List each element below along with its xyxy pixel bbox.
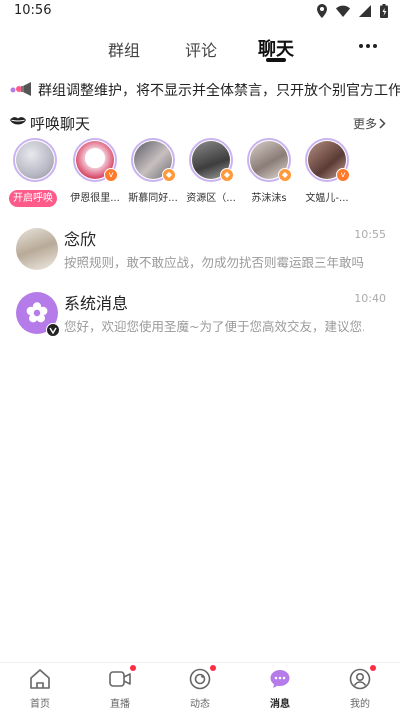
section-title: 呼唤聊天	[30, 115, 91, 133]
avatar-name: 文媪儿-...	[305, 193, 349, 204]
nav-label: 动态	[190, 699, 210, 710]
announcement-bar[interactable]: 群组调整维护，将不显示并全体禁言，只开放个别官方工作群...	[0, 76, 400, 102]
call-avatar-self[interactable]	[10, 138, 60, 182]
notification-dot	[370, 665, 376, 671]
avatar	[16, 141, 54, 179]
verified-badge-icon	[46, 323, 60, 337]
dot-icon	[366, 44, 370, 48]
avatar-name: 资源区（...	[186, 193, 236, 204]
avatar-name: 斯慕同好...	[128, 193, 178, 204]
conversation-preview: 您好，欢迎您使用圣魔~为了便于您高效交友，建议您...	[64, 319, 364, 334]
megaphone-icon	[10, 82, 31, 96]
avatar-ring: v	[73, 138, 118, 182]
nav-profile[interactable]: 我的	[330, 665, 390, 710]
avatar-name: 苏沫沫s	[251, 193, 287, 204]
location-icon	[317, 4, 327, 18]
call-avatar-row: v 伊恩很里... ◆ 斯慕同好... ◆ 资源区（... ◆ 苏沫沫s v 文…	[0, 138, 400, 214]
avatar-ring: ◆	[189, 138, 234, 182]
top-tabs: 群组 评论 聊天	[0, 30, 400, 70]
diamond-badge-icon: ◆	[162, 168, 176, 182]
vip-badge-icon: v	[104, 168, 118, 182]
moments-icon	[188, 665, 216, 691]
video-icon	[108, 665, 136, 691]
conversation-item[interactable]: 系统消息 您好，欢迎您使用圣魔~为了便于您高效交友，建议您... 10:40	[0, 286, 400, 348]
notification-dot	[210, 665, 216, 671]
nav-label: 我的	[350, 699, 370, 710]
call-avatar-2[interactable]: ◆ 斯慕同好...	[128, 138, 178, 204]
chevron-right-icon	[379, 118, 386, 129]
profile-icon	[348, 665, 376, 691]
call-avatar-3[interactable]: ◆ 资源区（...	[186, 138, 236, 204]
wifi-icon	[336, 5, 350, 17]
open-call-button[interactable]: 开启呼唤	[9, 190, 57, 207]
nav-messages[interactable]: 消息	[250, 667, 310, 710]
dot-icon	[373, 44, 377, 48]
conversation-time: 10:40	[354, 292, 386, 305]
status-time: 10:56	[14, 3, 52, 18]
more-options-button[interactable]	[356, 36, 380, 56]
tab-comments[interactable]: 评论	[185, 37, 217, 61]
conversation-name: 念欣	[64, 230, 97, 249]
diamond-badge-icon: ◆	[278, 168, 292, 182]
vip-badge-icon: v	[336, 168, 350, 182]
status-bar: 10:56	[0, 0, 400, 24]
avatar-ring: v	[305, 138, 350, 182]
call-avatar-5[interactable]: v 文媪儿-...	[302, 138, 352, 204]
nav-label: 首页	[30, 699, 50, 710]
conversation-name: 系统消息	[64, 294, 129, 313]
avatar-ring	[13, 138, 57, 182]
battery-icon	[380, 4, 388, 18]
active-tab-indicator	[266, 58, 286, 62]
nav-label: 消息	[270, 699, 290, 710]
nav-moments[interactable]: 动态	[170, 665, 230, 710]
bottom-nav: 首页 直播 动态 消息 我的	[0, 662, 400, 712]
dot-icon	[359, 44, 363, 48]
conversation-item[interactable]: 念欣 按照规则，敢不敢应战，勿成勿扰否则霉运跟三年敢吗 10:55	[0, 222, 400, 284]
signal-icon	[359, 5, 371, 17]
avatar-ring: ◆	[131, 138, 176, 182]
nav-live[interactable]: 直播	[90, 665, 150, 710]
notification-dot	[130, 665, 136, 671]
conversation-preview: 按照规则，敢不敢应战，勿成勿扰否则霉运跟三年敢吗	[64, 255, 364, 270]
home-icon	[28, 667, 52, 691]
avatar-ring: ◆	[247, 138, 292, 182]
more-label: 更多	[352, 117, 377, 131]
nav-home[interactable]: 首页	[10, 667, 70, 710]
conversation-time: 10:55	[354, 228, 386, 241]
message-icon	[268, 667, 292, 691]
tab-groups[interactable]: 群组	[108, 37, 140, 61]
announcement-text: 群组调整维护，将不显示并全体禁言，只开放个别官方工作群...	[38, 83, 400, 99]
avatar	[16, 228, 58, 270]
nav-label: 直播	[110, 699, 130, 710]
system-avatar	[16, 292, 60, 337]
diamond-badge-icon: ◆	[220, 168, 234, 182]
status-icons	[317, 4, 388, 18]
call-avatar-4[interactable]: ◆ 苏沫沫s	[244, 138, 294, 204]
more-link[interactable]: 更多	[353, 115, 386, 132]
avatar-name: 伊恩很里...	[70, 193, 120, 204]
call-chat-header: 呼唤聊天 更多	[0, 110, 400, 136]
lips-icon	[10, 117, 26, 125]
call-avatar-1[interactable]: v 伊恩很里...	[70, 138, 120, 204]
